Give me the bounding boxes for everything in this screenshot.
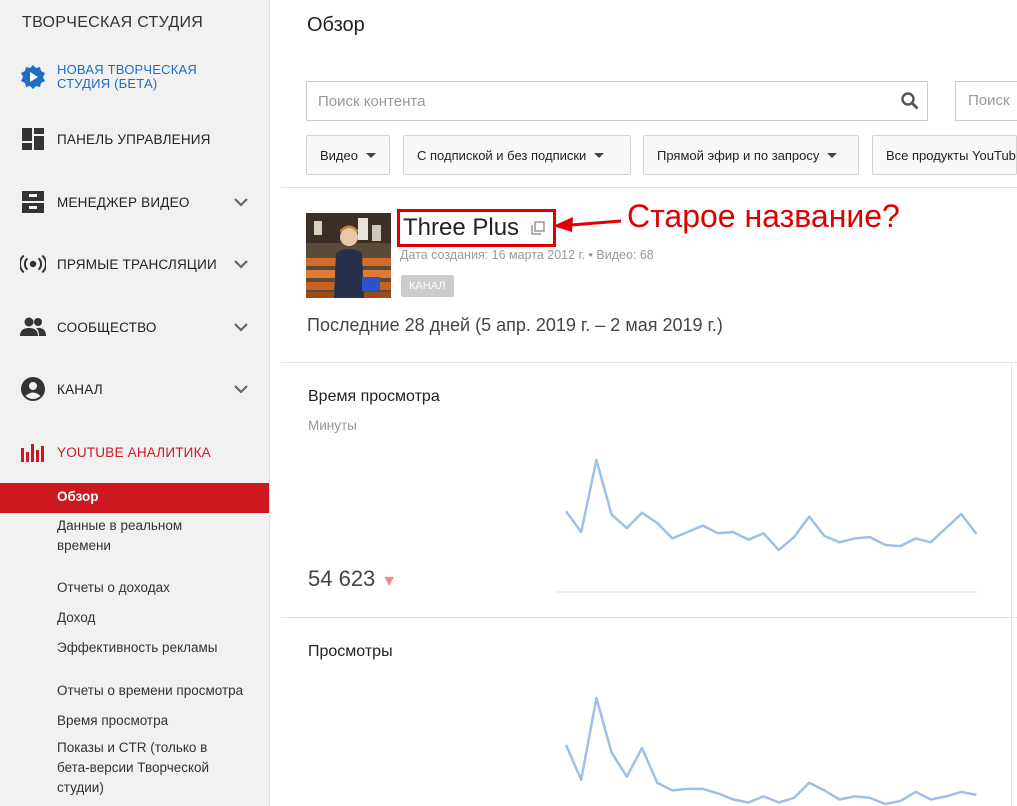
card-title: Время просмотра	[308, 388, 440, 405]
chevron-down-icon[interactable]	[232, 318, 250, 336]
divider	[281, 362, 1017, 363]
filter-subscription-dropdown[interactable]: С подпиской и без подписки	[403, 135, 631, 175]
sidebar: ТВОРЧЕСКАЯ СТУДИЯ НОВАЯ ТВОРЧЕСКАЯ СТУДИ…	[0, 0, 270, 806]
filter-label: Прямой эфир и по запросу	[657, 147, 820, 163]
sidebar-sub-ad-performance[interactable]: Эффективность рекламы	[57, 638, 218, 658]
sidebar-sub-revenue[interactable]: Доход	[57, 608, 95, 628]
filter-label: С подпиской и без подписки	[417, 147, 587, 163]
card-value-number: 54 623	[308, 566, 376, 591]
community-icon	[20, 314, 46, 340]
card-subtitle: Минуты	[308, 418, 357, 433]
filter-label: Видео	[320, 147, 358, 163]
annotation-arrow-icon	[553, 217, 621, 232]
sidebar-item-label: КАНАЛ	[57, 381, 103, 397]
channel-name: Three Plus	[403, 214, 520, 241]
channel-meta: Дата создания: 16 марта 2012 г. • Видео:…	[400, 248, 654, 262]
card-title: Просмотры	[308, 643, 393, 660]
sidebar-item-label: ПРЯМЫЕ ТРАНСЛЯЦИИ	[57, 256, 217, 272]
sidebar-item-label: ПАНЕЛЬ УПРАВЛЕНИЯ	[57, 131, 211, 147]
sidebar-sub-overview[interactable]: Обзор	[0, 483, 269, 513]
divider	[281, 617, 1017, 618]
content-search[interactable]	[306, 81, 928, 121]
sparkline-series	[564, 458, 977, 552]
views-sparkline	[564, 696, 977, 806]
sidebar-sub-impressions-ctr[interactable]: Показы и CTR (только в бета-версии Творч…	[57, 738, 237, 798]
divider	[1011, 363, 1012, 806]
external-link-icon[interactable]	[531, 221, 545, 235]
analytics-icon	[20, 439, 46, 465]
filter-video-dropdown[interactable]: Видео	[306, 135, 390, 175]
sidebar-item-dashboard[interactable]: ПАНЕЛЬ УПРАВЛЕНИЯ	[0, 119, 269, 159]
sidebar-item-analytics[interactable]: YOUTUBE АНАЛИТИКА	[0, 432, 269, 472]
filter-products-dropdown[interactable]: Все продукты YouTube	[872, 135, 1017, 175]
filter-live-dropdown[interactable]: Прямой эфир и по запросу	[643, 135, 859, 175]
secondary-search-placeholder: Поиск	[968, 92, 1010, 109]
annotation-text: Старое название?	[627, 198, 900, 234]
search-input[interactable]	[307, 82, 867, 120]
sidebar-item-label: YOUTUBE АНАЛИТИКА	[57, 444, 211, 460]
sidebar-item-label: МЕНЕДЖЕР ВИДЕО	[57, 194, 190, 210]
dashboard-icon	[20, 126, 46, 152]
sidebar-item-video-manager[interactable]: МЕНЕДЖЕР ВИДЕО	[0, 182, 269, 222]
sidebar-sub-label: Обзор	[57, 489, 99, 504]
gear-play-icon	[20, 64, 46, 90]
trend-down-icon: ▼	[381, 573, 398, 590]
caret-down-icon	[827, 152, 838, 158]
chevron-down-icon[interactable]	[232, 193, 250, 211]
search-icon[interactable]	[901, 92, 919, 110]
chevron-down-icon[interactable]	[232, 380, 250, 398]
sidebar-item-label: СООБЩЕСТВО	[57, 319, 157, 335]
channel-name-link[interactable]: Three Plus	[397, 209, 557, 247]
sidebar-sub-watch-time-reports[interactable]: Отчеты о времени просмотра	[57, 681, 243, 701]
channel-badge: КАНАЛ	[401, 275, 454, 297]
secondary-search-input[interactable]: Поиск	[955, 81, 1017, 121]
sidebar-item-live[interactable]: ПРЯМЫЕ ТРАНСЛЯЦИИ	[0, 244, 269, 284]
caret-down-icon	[365, 152, 376, 158]
filter-label: Все продукты YouTube	[886, 147, 1017, 163]
sidebar-item-channel[interactable]: КАНАЛ	[0, 369, 269, 409]
page-title: Обзор	[307, 14, 365, 36]
sparkline-series	[564, 696, 977, 806]
video-manager-icon	[20, 189, 46, 215]
channel-icon	[20, 376, 46, 402]
chevron-down-icon[interactable]	[232, 255, 250, 273]
studio-title: ТВОРЧЕСКАЯ СТУДИЯ	[22, 14, 204, 31]
sidebar-item-community[interactable]: СООБЩЕСТВО	[0, 307, 269, 347]
divider	[281, 187, 1017, 188]
sidebar-sub-revenue-reports[interactable]: Отчеты о доходах	[57, 578, 170, 598]
main-content: Обзор Поиск Видео С подпиской и без подп…	[281, 0, 1017, 806]
date-range: Последние 28 дней (5 апр. 2019 г. – 2 ма…	[307, 315, 723, 335]
sidebar-sub-realtime[interactable]: Данные в реальном времени	[57, 516, 227, 556]
caret-down-icon	[594, 152, 605, 158]
sidebar-item-label: НОВАЯ ТВОРЧЕСКАЯ СТУДИЯ (БЕТА)	[57, 62, 197, 91]
sidebar-sub-watch-time[interactable]: Время просмотра	[57, 711, 168, 731]
card-value: 54 623 ▼	[308, 566, 397, 592]
sidebar-item-new-studio[interactable]: НОВАЯ ТВОРЧЕСКАЯ СТУДИЯ (БЕТА)	[0, 57, 269, 97]
live-icon	[20, 251, 46, 277]
watch-time-sparkline	[557, 458, 977, 593]
channel-avatar[interactable]	[306, 213, 391, 298]
